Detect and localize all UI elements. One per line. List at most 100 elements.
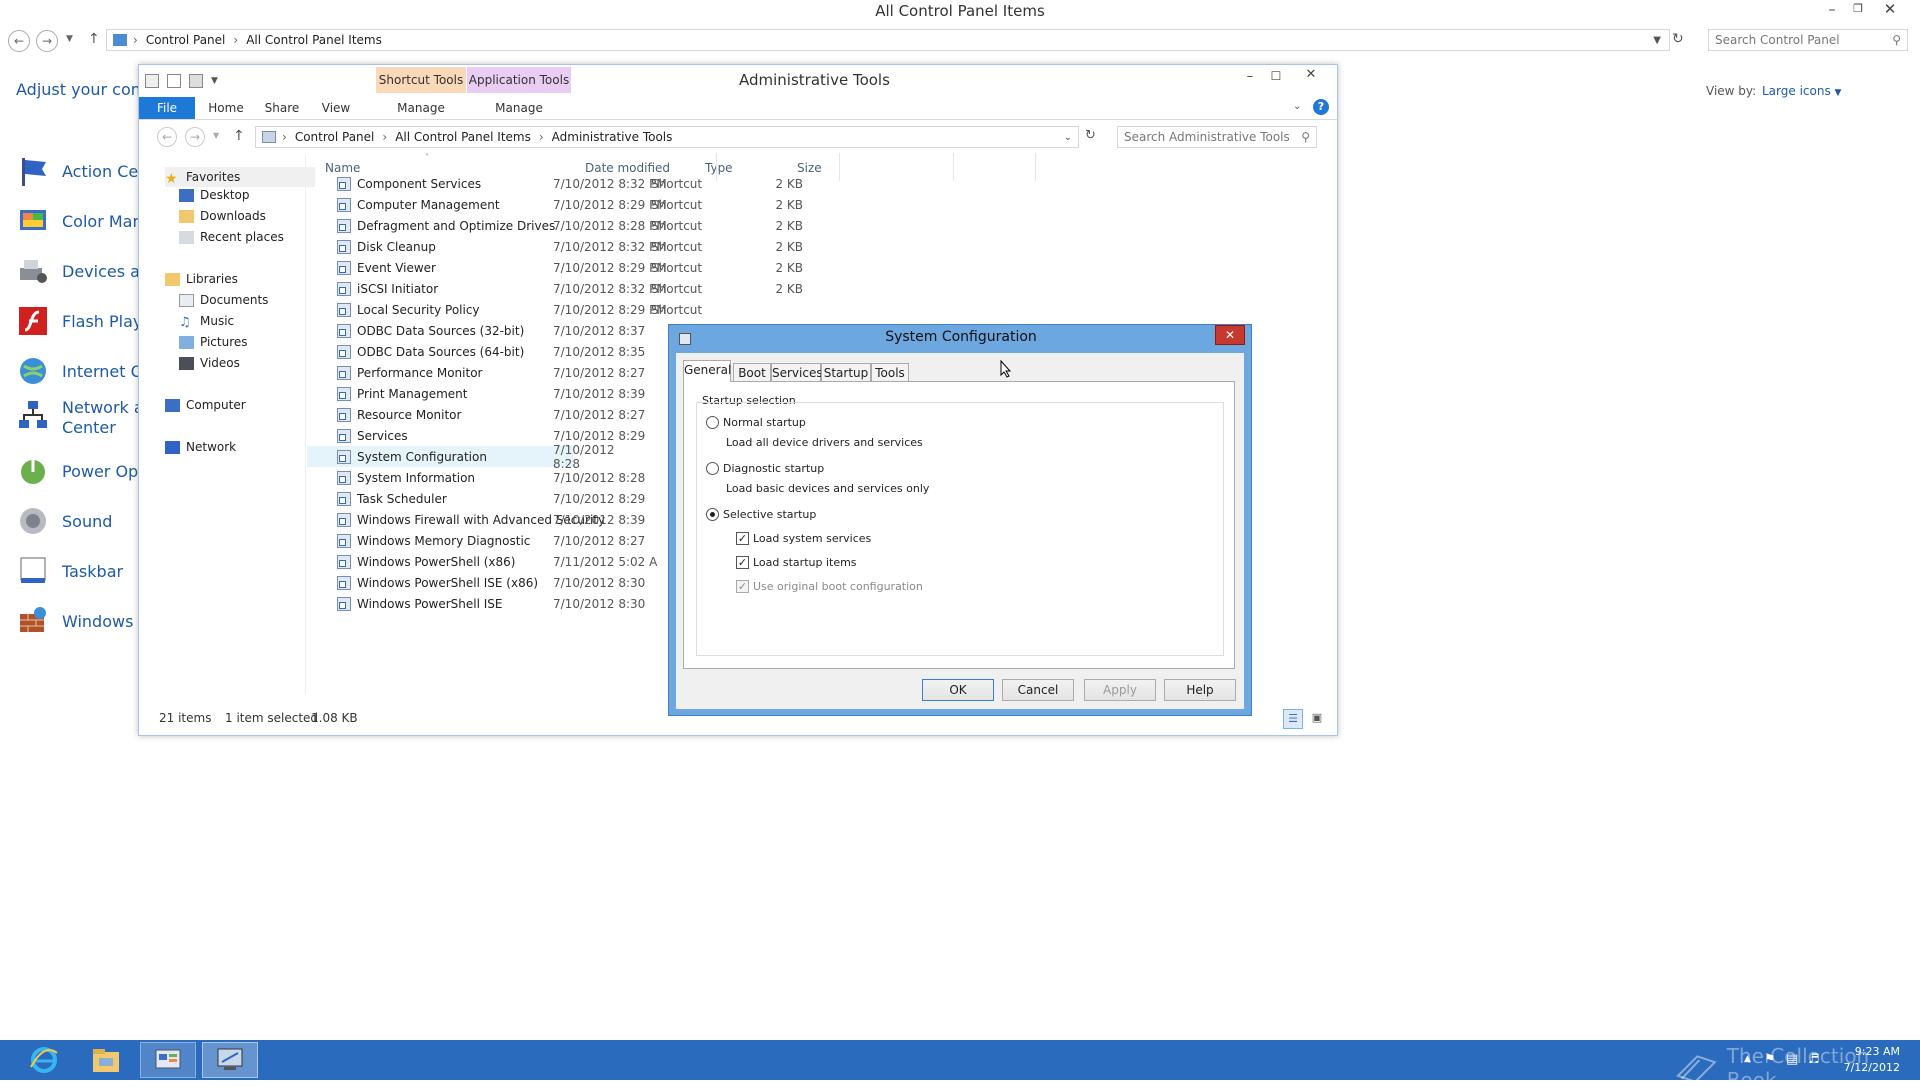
outer-search-input[interactable]: Search Control Panel ⚲ [1708,29,1908,51]
cp-item-windows-firewall[interactable]: Windows F [16,600,148,642]
load-system-services-checkbox[interactable]: ✓ Load system services [736,532,871,545]
ribbon-manage-application-tab[interactable]: Manage [467,97,571,119]
nav-pane-splitter[interactable] [305,155,306,695]
tray-network-icon[interactable]: ▤ [1786,1052,1798,1067]
inner-close-button[interactable]: ✕ [1291,65,1331,85]
file-row[interactable]: iSCSI Initiator 7/10/2012 8:32 PM Shortcut… [307,278,1047,299]
cp-item-devices[interactable]: Devices an [16,250,150,292]
tray-volume-icon[interactable]: ♬ [1808,1052,1820,1067]
address-dropdown-icon[interactable]: ▼ [1653,35,1661,46]
tab-tools[interactable]: Tools [871,363,909,383]
window-menu-icon[interactable] [145,74,159,88]
cancel-button[interactable]: Cancel [1002,679,1074,701]
shortcut-tools-context-tab[interactable]: Shortcut Tools [376,67,466,93]
inner-minimize-button[interactable]: – [1241,69,1259,84]
nav-pictures[interactable]: Pictures [179,335,248,349]
search-icon[interactable]: ⚲ [1892,33,1901,47]
help-button[interactable]: Help [1164,679,1236,701]
nav-favorites[interactable]: ★ Favorites [165,167,315,187]
tray-clock[interactable]: 9:23 AM 7/12/2012 [1836,1044,1900,1076]
cp-item-taskbar[interactable]: Taskbar [16,550,123,592]
inner-breadcrumb-control-panel[interactable]: Control Panel [295,130,375,144]
ribbon-expand-icon[interactable]: ⌄ [1293,101,1301,112]
file-row[interactable]: Defragment and Optimize Drives 7/10/2012 … [307,215,1047,236]
file-row[interactable]: Computer Management 7/10/2012 8:29 PM Shor… [307,194,1047,215]
outer-address-bar[interactable]: › Control Panel › All Control Panel Item… [106,29,1670,51]
outer-recent-dropdown[interactable]: ▼ [66,34,73,44]
inner-breadcrumb-admin-tools[interactable]: Administrative Tools [552,130,673,144]
customize-dropdown-icon[interactable]: ▼ [211,76,218,86]
inner-breadcrumb-all-items[interactable]: All Control Panel Items [395,130,531,144]
file-row[interactable]: Local Security Policy 7/10/2012 8:29 PM Sh… [307,299,1047,320]
application-tools-context-tab[interactable]: Application Tools [467,67,571,93]
help-icon[interactable]: ? [1313,99,1329,115]
taskbar-internet-explorer[interactable] [16,1042,72,1078]
tray-flag-icon[interactable]: ⚑ [1764,1052,1776,1067]
tab-boot[interactable]: Boot [733,363,771,383]
outer-forward-button[interactable]: → [36,30,58,52]
cp-item-power-options[interactable]: Power Opti [16,450,149,492]
tab-startup[interactable]: Startup [821,363,871,383]
inner-refresh-button[interactable]: ↻ [1085,128,1096,143]
outer-back-button[interactable]: ← [8,30,30,52]
cp-item-network-center[interactable]: Network ar Center [16,398,150,444]
file-row[interactable]: System Configuration 7/10/2012 8:28 [307,443,615,471]
cp-item-sound[interactable]: Sound [16,500,112,542]
load-startup-items-checkbox[interactable]: ✓ Load startup items [736,556,857,569]
tray-show-hidden-icon[interactable]: ▲ [1744,1054,1751,1064]
outer-close-button[interactable]: ✕ [1880,0,1900,18]
new-folder-icon[interactable] [189,74,203,88]
inner-recent-dropdown[interactable]: ▼ [213,131,219,140]
cp-item-action-center[interactable]: Action Cen [16,150,148,192]
breadcrumb-control-panel[interactable]: Control Panel [146,33,226,47]
taskbar-system-configuration[interactable] [202,1042,258,1078]
address-dropdown-icon[interactable]: ⌄ [1064,132,1072,143]
outer-refresh-button[interactable]: ↻ [1672,31,1684,47]
cp-item-flash-player[interactable]: Flash Playe [16,300,152,342]
tab-services[interactable]: Services [771,363,823,383]
large-icons-view-button[interactable]: ▣ [1307,709,1327,729]
file-row[interactable]: Component Services 7/10/2012 8:32 PM Short… [307,173,1047,194]
nav-downloads[interactable]: Downloads [179,209,266,223]
inner-maximize-button[interactable]: ☐ [1267,69,1285,83]
taskbar-control-panel[interactable] [140,1042,196,1078]
use-original-boot-checkbox[interactable]: ✓ Use original boot configuration [736,580,923,593]
nav-documents[interactable]: Documents [179,293,268,307]
inner-back-button[interactable]: ← [157,127,177,147]
apply-button[interactable]: Apply [1084,679,1156,701]
inner-forward-button[interactable]: → [185,127,205,147]
properties-icon[interactable] [167,74,181,88]
nav-libraries[interactable]: Libraries [165,272,238,286]
file-row[interactable]: Disk Cleanup 7/10/2012 8:32 PM Shortcut 2 K… [307,236,1047,257]
diagnostic-startup-radio[interactable]: Diagnostic startup [706,462,824,475]
view-by-dropdown[interactable]: Large icons ▼ [1762,84,1841,98]
nav-recent-places[interactable]: Recent places [179,230,284,244]
outer-restore-button[interactable]: ❐ [1850,2,1866,18]
ribbon-share-tab[interactable]: Share [257,97,307,119]
outer-up-button[interactable]: ↑ [88,31,100,47]
search-icon[interactable]: ⚲ [1301,130,1310,144]
nav-network[interactable]: Network [165,440,236,454]
nav-computer[interactable]: Computer [165,398,246,412]
ribbon-view-tab[interactable]: View [311,97,361,119]
breadcrumb-all-items[interactable]: All Control Panel Items [246,33,382,47]
inner-address-bar[interactable]: › Control Panel › All Control Panel Item… [255,126,1079,148]
ok-button[interactable]: OK [922,679,994,701]
normal-startup-radio[interactable]: Normal startup [706,416,806,429]
taskbar-file-explorer[interactable] [78,1042,134,1078]
inner-up-button[interactable]: ↑ [233,128,245,144]
dialog-close-button[interactable]: ✕ [1215,325,1245,345]
nav-music[interactable]: ♫ Music [179,314,234,330]
selective-startup-radio[interactable]: Selective startup [706,508,816,521]
file-row[interactable]: Event Viewer 7/10/2012 8:29 PM Shortcut 2 K… [307,257,1047,278]
inner-search-input[interactable]: Search Administrative Tools ⚲ [1117,126,1317,148]
system-configuration-dialog[interactable]: System Configuration ✕ General Boot Serv… [668,324,1252,716]
ribbon-file-tab[interactable]: File [139,97,195,119]
ribbon-manage-shortcut-tab[interactable]: Manage [376,97,466,119]
nav-desktop[interactable]: Desktop [179,188,250,202]
cp-item-color-management[interactable]: Color Mana [16,200,152,242]
nav-videos[interactable]: Videos [179,356,240,370]
outer-minimize-button[interactable]: – [1824,2,1840,18]
cp-item-internet-options[interactable]: Internet Op [16,350,153,392]
ribbon-home-tab[interactable]: Home [201,97,251,119]
